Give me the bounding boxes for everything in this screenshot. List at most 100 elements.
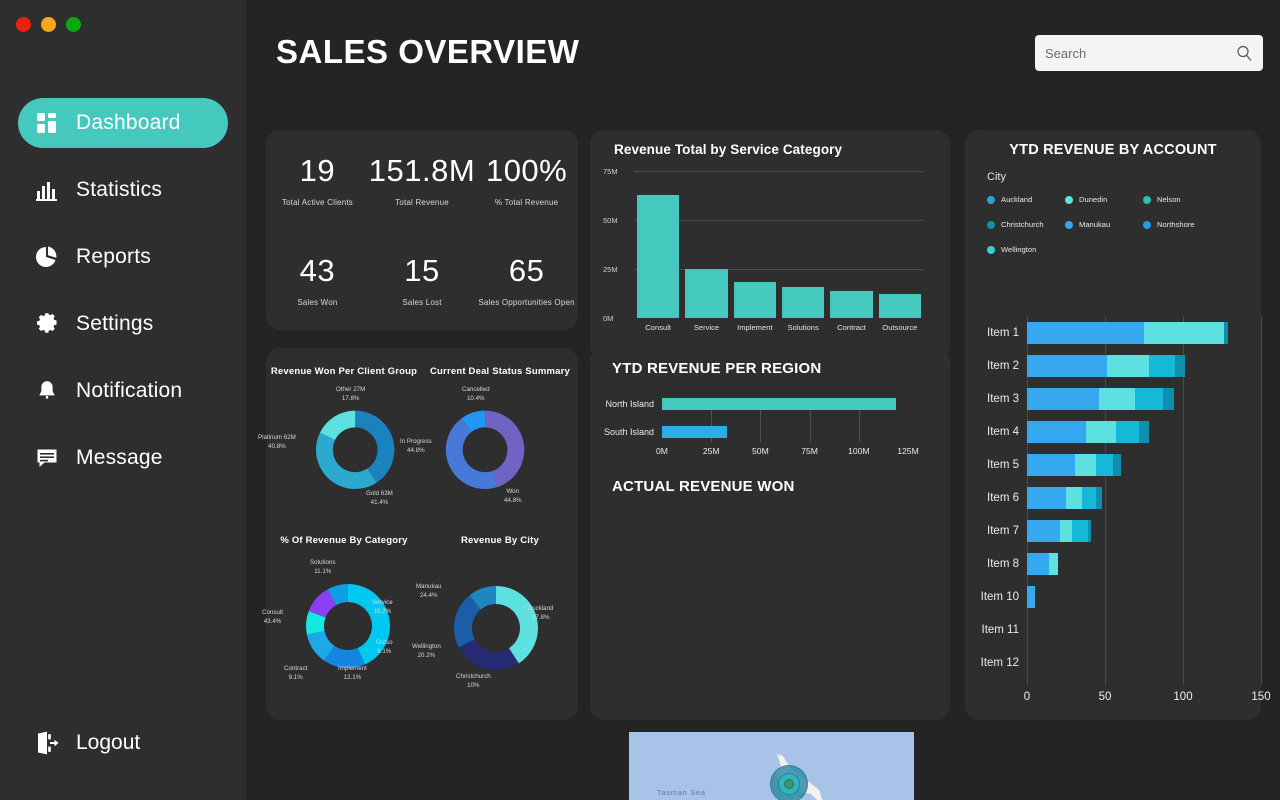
revenue-map[interactable]: Tasman Sea NEW ZEALAND (629, 732, 914, 800)
stacked-bar-segment[interactable] (1086, 420, 1116, 443)
stacked-bar-segment[interactable] (1223, 321, 1229, 344)
legend-item[interactable]: Wellington (987, 245, 1065, 254)
map-bubble[interactable] (784, 779, 794, 789)
bar[interactable] (830, 290, 873, 318)
kpi-value: 100% (485, 153, 568, 188)
pie-chart-icon (34, 244, 60, 270)
stacked-bar-segment[interactable] (1027, 354, 1107, 377)
stacked-bar-segment[interactable] (1027, 420, 1087, 443)
sidebar-item-statistics[interactable]: Statistics (18, 165, 228, 215)
legend-item[interactable]: Manukau (1065, 220, 1143, 229)
donut-slice[interactable] (316, 432, 377, 489)
donut-slice[interactable] (458, 639, 519, 670)
donut-label: Manukau 24.4% (416, 583, 442, 600)
stacked-bar-segment[interactable] (1098, 387, 1135, 410)
stacked-bar-segment[interactable] (1027, 453, 1076, 476)
item-label: Item 5 (987, 458, 1019, 471)
stacked-bar-track (1027, 652, 1261, 674)
logout-button[interactable]: Logout (18, 730, 156, 756)
stacked-bar-row: Item 12 (965, 646, 1261, 679)
item-label: Item 8 (987, 557, 1019, 570)
legend-label: Auckland (1001, 195, 1033, 204)
stacked-bar-segment[interactable] (1162, 387, 1174, 410)
stacked-bar-segment[interactable] (1134, 387, 1163, 410)
donut-label: Platinum 62M 40.8% (258, 434, 296, 451)
legend-item[interactable]: Nelson (1143, 195, 1221, 204)
logout-label: Logout (76, 731, 141, 754)
legend-item[interactable]: Auckland (987, 195, 1065, 204)
region-map-panel: YTD REVENUE PER REGION 0M 25M 50M 75M 100M 12… (590, 348, 950, 800)
close-window-button[interactable] (16, 17, 31, 32)
kpi-card: 19 Total Active Clients (266, 130, 369, 230)
stacked-bar-segment[interactable] (1027, 321, 1144, 344)
stacked-bar-segment[interactable] (1139, 420, 1149, 443)
bar[interactable] (781, 286, 825, 318)
search-bar[interactable] (1035, 35, 1263, 71)
stacked-bar-row: Item 5 (965, 448, 1261, 481)
service-category-panel: Revenue Total by Service Category 0M 25M 5… (590, 130, 950, 360)
sidebar-item-reports[interactable]: Reports (18, 232, 228, 282)
x-axis-tick: Consult (645, 323, 672, 332)
stacked-bar-track (1027, 420, 1261, 443)
sidebar-item-label: Reports (76, 245, 151, 268)
stacked-bar-segment[interactable] (1106, 354, 1149, 377)
donut-title: Revenue Won Per Client Group (270, 366, 418, 377)
minimize-window-button[interactable] (41, 17, 56, 32)
kpi-value: 43 (299, 253, 336, 288)
bar[interactable] (733, 281, 777, 318)
stacked-bar-segment[interactable] (1066, 486, 1082, 509)
kpi-caption: Total Active Clients (281, 198, 353, 207)
stacked-bar-segment[interactable] (1075, 453, 1096, 476)
sidebar-item-notification[interactable]: Notification (18, 366, 228, 416)
stacked-bar-segment[interactable] (1144, 321, 1224, 344)
stacked-bar-segment[interactable] (1115, 420, 1140, 443)
stacked-bar-track (1027, 585, 1261, 608)
item-label: Item 1 (987, 326, 1019, 339)
x-axis-tick: 75M (801, 446, 818, 456)
region-bar[interactable] (662, 398, 897, 410)
message-icon (34, 445, 60, 471)
stacked-bar-segment[interactable] (1175, 354, 1185, 377)
sidebar-item-settings[interactable]: Settings (18, 299, 228, 349)
stacked-bar-segment[interactable] (1112, 453, 1121, 476)
kpi-card: 43 Sales Won (266, 230, 369, 330)
stacked-bar-segment[interactable] (1048, 552, 1059, 575)
search-input[interactable] (1045, 45, 1235, 61)
sidebar-item-label: Settings (76, 312, 154, 335)
stacked-bar-segment[interactable] (1027, 552, 1049, 575)
legend-item[interactable]: Northshore (1143, 220, 1221, 229)
y-axis-tick: 75M (603, 167, 618, 176)
stacked-bar-segment[interactable] (1027, 519, 1060, 542)
legend-swatch (1143, 195, 1151, 204)
stacked-bar-segment[interactable] (1095, 486, 1102, 509)
stacked-bar-segment[interactable] (1072, 519, 1088, 542)
legend-swatch (987, 245, 995, 254)
bar[interactable] (878, 294, 922, 318)
stacked-bar-segment[interactable] (1027, 585, 1035, 608)
stacked-bar-segment[interactable] (1081, 486, 1096, 509)
search-icon[interactable] (1235, 44, 1253, 62)
stacked-bar-segment[interactable] (1027, 387, 1099, 410)
stacked-bar-segment[interactable] (1027, 486, 1066, 509)
stacked-bar-segment[interactable] (1059, 519, 1073, 542)
bar[interactable] (685, 269, 728, 318)
stacked-bar-segment[interactable] (1148, 354, 1176, 377)
x-axis-tick: Outsource (882, 323, 918, 332)
sidebar-item-dashboard[interactable]: Dashboard (18, 98, 228, 148)
stacked-bar-row: Item 2 (965, 349, 1261, 382)
gridline (634, 171, 924, 172)
legend-item[interactable]: Dunedin (1065, 195, 1143, 204)
maximize-window-button[interactable] (66, 17, 81, 32)
stacked-bar-segment[interactable] (1095, 453, 1113, 476)
kpi-card: 151.8M Total Revenue (369, 130, 475, 230)
stacked-bar-segment[interactable] (1087, 519, 1091, 542)
bar[interactable] (636, 194, 680, 318)
bar-chart-icon (34, 177, 60, 203)
kpi-caption: Total Revenue (395, 198, 449, 207)
sidebar-item-message[interactable]: Message (18, 433, 228, 483)
x-axis-tick: 0 (1023, 691, 1031, 703)
region-bar[interactable] (662, 426, 727, 438)
legend-item[interactable]: Christchurch (987, 220, 1065, 229)
kpi-caption: Sales Won (297, 298, 338, 307)
sidebar-item-label: Message (76, 446, 163, 469)
